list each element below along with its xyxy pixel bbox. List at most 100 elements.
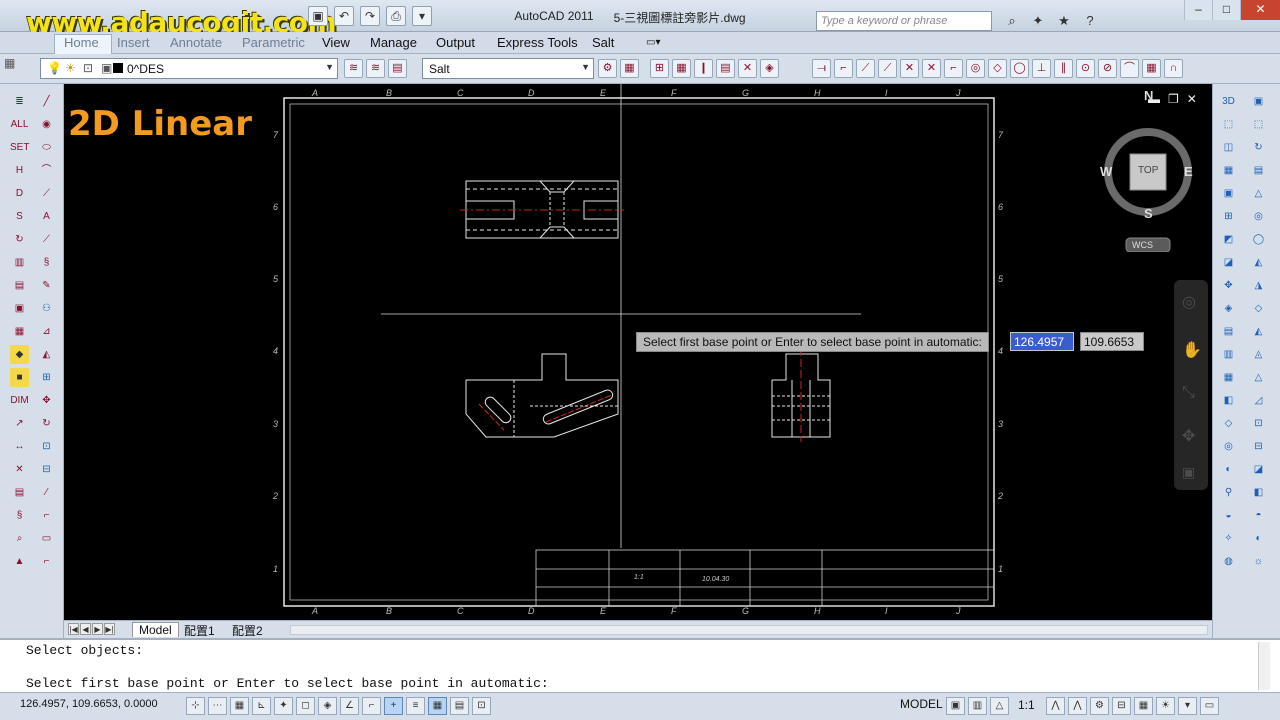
object-snap-icon[interactable]: ◻ bbox=[296, 697, 315, 715]
union-icon[interactable]: ⊞ bbox=[1219, 207, 1238, 226]
orbit-icon[interactable]: ◎ bbox=[1219, 437, 1238, 456]
toolbar-lock-icon[interactable]: ⊟ bbox=[1112, 697, 1131, 715]
group-icon[interactable]: ⚇ bbox=[37, 299, 56, 318]
orbit-icon[interactable]: ✥ bbox=[1182, 426, 1195, 446]
scale-icon[interactable]: ⊡ bbox=[37, 437, 56, 456]
material-icon[interactable]: ◍ bbox=[1219, 552, 1238, 571]
isolate-objects-icon[interactable]: ☀ bbox=[1156, 697, 1175, 715]
cursor-coordinates[interactable]: 126.4957, 109.6653, 0.0000 bbox=[20, 698, 158, 710]
mesh-icon[interactable]: ◪ bbox=[1249, 460, 1268, 479]
snap-node-icon[interactable]: ⊙ bbox=[1076, 59, 1095, 78]
hide-show-icon[interactable]: H bbox=[10, 161, 29, 180]
slice-icon[interactable]: ▤ bbox=[1219, 322, 1238, 341]
array-3d-icon[interactable]: ⊡ bbox=[1249, 414, 1268, 433]
ortho-mode-icon[interactable]: ⊾ bbox=[252, 697, 271, 715]
line-icon[interactable]: ╱ bbox=[37, 92, 56, 111]
dim-stack-icon[interactable]: ▤ bbox=[10, 483, 29, 502]
minimize-button[interactable]: – bbox=[1184, 0, 1212, 20]
help-search-input[interactable]: Type a keyword or phrase bbox=[816, 11, 992, 31]
tab-parametric[interactable]: Parametric bbox=[242, 35, 305, 50]
quick-view-layouts-icon[interactable]: ▣ bbox=[946, 697, 965, 715]
viewcube[interactable] bbox=[1098, 122, 1198, 252]
pencil-icon[interactable]: ✎ bbox=[37, 276, 56, 295]
tab-model[interactable]: Model bbox=[132, 622, 179, 637]
select-switch-icon[interactable]: S bbox=[10, 207, 29, 226]
rotate-icon[interactable]: ↻ bbox=[37, 414, 56, 433]
showmotion-icon[interactable]: ▣ bbox=[1182, 464, 1195, 481]
box-icon[interactable]: ⬚ bbox=[1219, 115, 1238, 134]
dim-linear-icon[interactable]: ↔ bbox=[10, 437, 29, 456]
layer-copy-icon[interactable]: ▤ bbox=[10, 276, 29, 295]
tab-layout-2[interactable]: 配置2 bbox=[226, 622, 269, 638]
snap-perpendicular-icon[interactable]: ⊥ bbox=[1032, 59, 1051, 78]
layer-match-icon[interactable]: ≋ bbox=[366, 59, 385, 78]
command-line[interactable]: Select objects: Select first base point … bbox=[0, 638, 1280, 692]
set-layer-icon[interactable]: SET bbox=[10, 138, 29, 157]
render-icon[interactable]: ◐ bbox=[1219, 460, 1238, 479]
refresh-icon[interactable]: ↻ bbox=[10, 230, 29, 249]
workspace-icon[interactable]: ▣ bbox=[308, 6, 328, 26]
help-icon[interactable]: ? bbox=[1080, 11, 1100, 31]
qat-dropdown-icon[interactable]: ▾ bbox=[412, 6, 432, 26]
loft-icon[interactable]: ◭ bbox=[1249, 253, 1268, 272]
eraser-icon[interactable]: ◈ bbox=[760, 59, 779, 78]
last-tab-icon[interactable]: ▶| bbox=[104, 623, 115, 635]
quick-properties-icon[interactable]: ▤ bbox=[450, 697, 469, 715]
light-icon[interactable]: ✧ bbox=[1219, 529, 1238, 548]
undo-icon[interactable]: ↶ bbox=[334, 6, 354, 26]
selection-cycling-icon[interactable]: ⊡ bbox=[472, 697, 491, 715]
sphere-icon[interactable]: ▣ bbox=[1219, 184, 1238, 203]
pan-hand-icon[interactable]: ✋ bbox=[1182, 340, 1202, 360]
polyline-icon[interactable]: ⟋ bbox=[37, 184, 56, 203]
extrude-icon[interactable]: ✥ bbox=[1219, 276, 1238, 295]
cylinder-icon[interactable]: ◎ bbox=[1249, 207, 1268, 226]
zoom-icon[interactable]: ⌕ bbox=[10, 529, 29, 548]
lineweight-icon[interactable]: ≡ bbox=[406, 697, 425, 715]
dim-align-icon[interactable]: ↗ bbox=[10, 414, 29, 433]
pyramid-icon[interactable]: △ bbox=[1249, 184, 1268, 203]
tab-view[interactable]: View bbox=[322, 35, 350, 50]
favorites-star-icon[interactable]: ★ bbox=[1054, 11, 1074, 31]
next-tab-icon[interactable]: ▶ bbox=[92, 623, 103, 635]
layer-off-icon[interactable]: ■ bbox=[10, 368, 29, 387]
dynamic-input-icon[interactable]: + bbox=[384, 697, 403, 715]
attribute-icon[interactable]: ❙ bbox=[694, 59, 713, 78]
viewport-close-button[interactable]: ✕ bbox=[1187, 92, 1197, 106]
command-scrollbar[interactable] bbox=[1258, 642, 1270, 690]
snap-mode-icon[interactable]: ⋯ bbox=[208, 697, 227, 715]
layer-filter-icon[interactable]: ▥ bbox=[10, 253, 29, 272]
clean-screen-icon[interactable]: ▭ bbox=[1200, 697, 1219, 715]
move-icon[interactable]: ✥ bbox=[37, 391, 56, 410]
viewport-restore-button[interactable]: ❐ bbox=[1168, 92, 1179, 106]
torus-icon[interactable]: ◯ bbox=[1249, 230, 1268, 249]
3d-osnap-icon[interactable]: ◈ bbox=[318, 697, 337, 715]
snap-circle-icon[interactable]: ◯ bbox=[1010, 59, 1029, 78]
layer-color-icon[interactable]: ◆ bbox=[10, 345, 29, 364]
status-menu-icon[interactable]: ▾ bbox=[1178, 697, 1197, 715]
snap-midpoint-icon[interactable]: ⌐ bbox=[834, 59, 853, 78]
annotation-scale-value[interactable]: 1:1 bbox=[1018, 698, 1035, 712]
surface-icon[interactable]: ◧ bbox=[1249, 483, 1268, 502]
snap-center-icon[interactable]: ◎ bbox=[966, 59, 985, 78]
layer-3d-icon[interactable]: ▤ bbox=[1249, 161, 1268, 180]
settings-gear-icon[interactable]: ⚙ bbox=[598, 59, 617, 78]
rect-3d-icon[interactable]: ▣ bbox=[1249, 92, 1268, 111]
block-icon[interactable]: ▦ bbox=[672, 59, 691, 78]
first-tab-icon[interactable]: |◀ bbox=[68, 623, 79, 635]
text-icon[interactable]: A bbox=[37, 207, 56, 226]
dim-break-icon[interactable]: ✕ bbox=[10, 460, 29, 479]
annotation-visibility-icon[interactable]: ⋀ bbox=[1046, 697, 1065, 715]
extend-icon[interactable]: ⌐ bbox=[37, 506, 56, 525]
sun-icon[interactable]: ☼ bbox=[1249, 552, 1268, 571]
snap-quadrant-icon[interactable]: ◇ bbox=[988, 59, 1007, 78]
redo-icon[interactable]: ↷ bbox=[360, 6, 380, 26]
array-icon[interactable]: ⊞ bbox=[37, 368, 56, 387]
sweep-icon[interactable]: ◮ bbox=[1249, 276, 1268, 295]
mirror-3d-icon[interactable]: ◿ bbox=[1249, 391, 1268, 410]
trim-icon[interactable]: ⁄ bbox=[37, 483, 56, 502]
arc-icon[interactable]: ⌒ bbox=[37, 161, 56, 180]
auto-3d-icon[interactable]: 3D bbox=[1219, 92, 1238, 111]
polar-tracking-icon[interactable]: ✦ bbox=[274, 697, 293, 715]
cube-3d-icon[interactable]: ⬚ bbox=[1249, 115, 1268, 134]
wedge-icon[interactable]: ◫ bbox=[1219, 138, 1238, 157]
